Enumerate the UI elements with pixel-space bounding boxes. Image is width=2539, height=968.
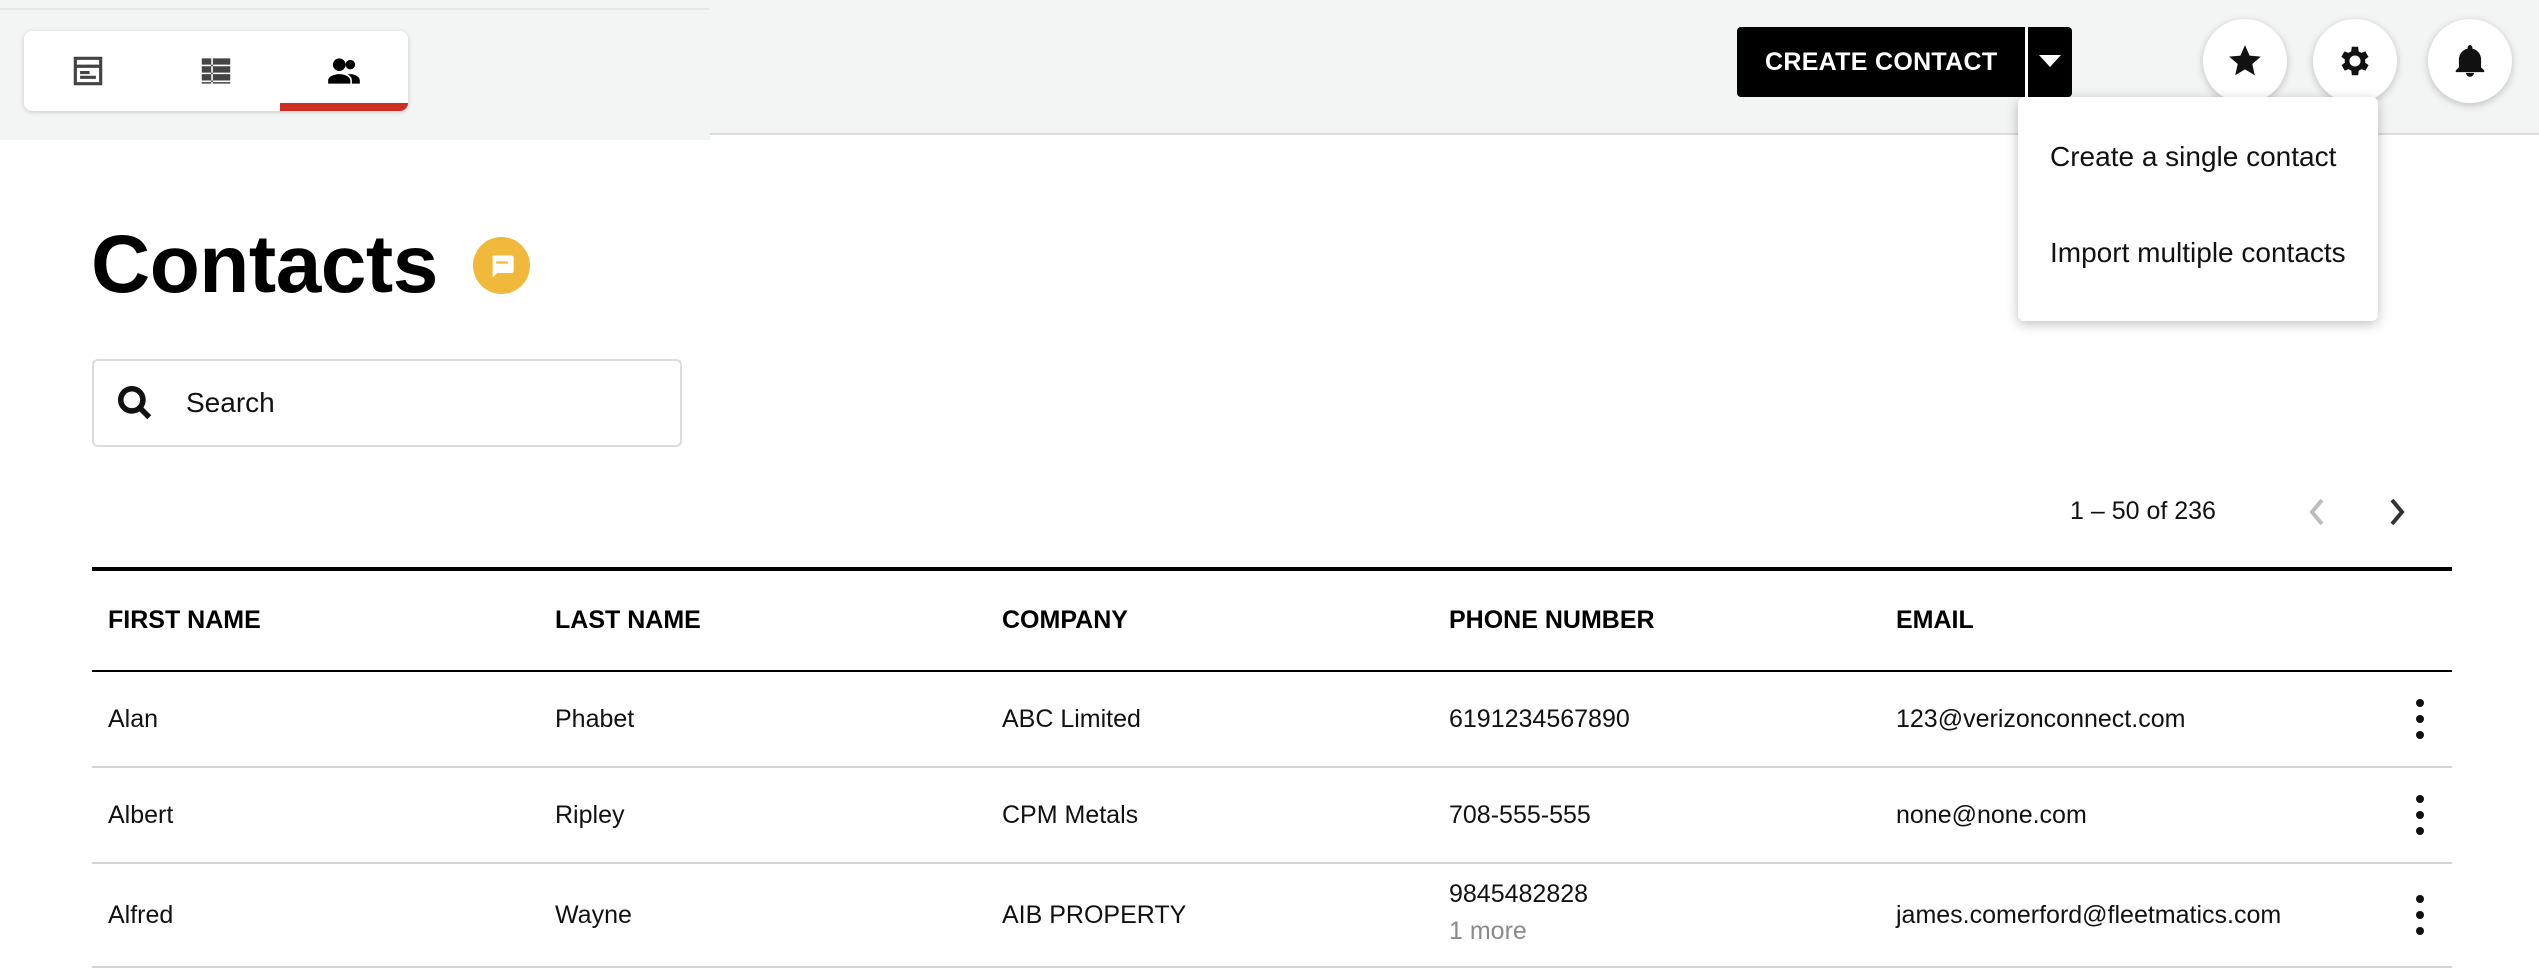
bell-icon <box>2455 45 2485 77</box>
notifications-button[interactable] <box>2428 19 2512 103</box>
cell-email: james.comerford@fleetmatics.com <box>1896 900 2282 929</box>
create-contact-button[interactable]: CREATE CONTACT <box>1737 27 2025 97</box>
create-contact-dropdown-toggle[interactable] <box>2028 27 2072 97</box>
cell-email: none@none.com <box>1896 800 2087 829</box>
cell-first-name: Alan <box>108 704 159 733</box>
next-page-button[interactable] <box>2377 492 2417 532</box>
chevron-right-icon <box>2390 498 2405 526</box>
cell-company: ABC Limited <box>1002 704 1141 733</box>
row-more-menu-icon[interactable] <box>2410 895 2430 935</box>
cell-company: AIB PROPERTY <box>1002 900 1187 929</box>
cell-phone: 9845482828 <box>1449 880 1589 908</box>
contacts-icon <box>328 58 360 84</box>
page-title: Contacts <box>91 219 438 310</box>
cell-first-name: Albert <box>108 800 174 829</box>
column-header-last-name[interactable]: LAST NAME <box>539 606 986 635</box>
column-header-company[interactable]: COMPANY <box>986 606 1433 635</box>
cell-last-name: Wayne <box>555 900 632 929</box>
column-header-phone[interactable]: PHONE NUMBER <box>1433 606 1880 635</box>
chat-badge[interactable] <box>473 237 530 294</box>
column-header-email[interactable]: EMAIL <box>1880 606 2380 635</box>
favorites-button[interactable] <box>2203 19 2287 103</box>
pagination-label: 1 – 50 of 236 <box>2070 497 2216 525</box>
cell-company: CPM Metals <box>1002 800 1139 829</box>
cell-phone: 708-555-555 <box>1449 800 1591 829</box>
menu-item-create-single[interactable]: Create a single contact <box>2018 137 2378 177</box>
column-header-first-name[interactable]: FIRST NAME <box>92 606 539 635</box>
table-list-icon <box>201 58 231 84</box>
create-contact-split-button: CREATE CONTACT <box>1737 27 2073 97</box>
prev-page-button[interactable] <box>2297 492 2337 532</box>
cell-first-name: Alfred <box>108 900 174 929</box>
table-row[interactable]: Alfred Wayne AIB PROPERTY 9845482828 1 m… <box>92 864 2452 968</box>
tab-dashboard[interactable] <box>24 31 152 111</box>
cell-phone: 6191234567890 <box>1449 704 1630 733</box>
row-more-menu-icon[interactable] <box>2410 699 2430 739</box>
phone-more-link[interactable]: 1 more <box>1449 917 1880 946</box>
cell-last-name: Phabet <box>555 704 635 733</box>
table-row[interactable]: Alan Phabet ABC Limited 6191234567890 12… <box>92 672 2452 768</box>
tab-contacts[interactable] <box>280 31 408 111</box>
search-input[interactable] <box>186 387 646 419</box>
dashboard-icon <box>73 56 103 86</box>
search-icon <box>117 385 152 420</box>
chevron-left-icon <box>2309 498 2324 526</box>
row-more-menu-icon[interactable] <box>2410 795 2430 835</box>
search-box <box>92 359 682 447</box>
menu-item-import-multiple[interactable]: Import multiple contacts <box>2018 233 2378 273</box>
contacts-table: FIRST NAME LAST NAME COMPANY PHONE NUMBE… <box>92 567 2452 968</box>
star-icon <box>2229 45 2261 76</box>
view-switcher <box>24 31 408 111</box>
caret-down-icon <box>2039 55 2062 67</box>
gear-icon <box>2341 46 2369 76</box>
table-header: FIRST NAME LAST NAME COMPANY PHONE NUMBE… <box>92 567 2452 672</box>
tab-table[interactable] <box>152 31 280 111</box>
table-row[interactable]: Albert Ripley CPM Metals 708-555-555 non… <box>92 768 2452 864</box>
cell-email: 123@verizonconnect.com <box>1896 704 2186 733</box>
settings-button[interactable] <box>2313 19 2397 103</box>
cell-last-name: Ripley <box>555 800 625 829</box>
chat-bubble-icon <box>491 255 514 278</box>
create-contact-menu: Create a single contact Import multiple … <box>2018 97 2378 321</box>
cell-phone-group: 9845482828 1 more <box>1433 880 1880 946</box>
